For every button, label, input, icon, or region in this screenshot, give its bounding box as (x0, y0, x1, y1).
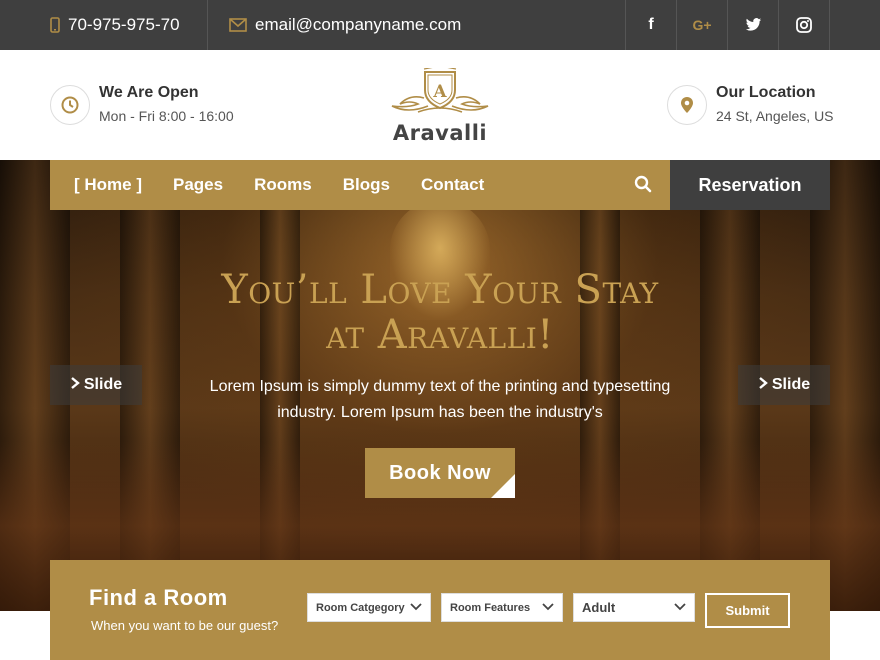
site-header: We Are Open Mon - Fri 8:00 - 16:00 A Ara… (0, 50, 880, 160)
twitter-icon (745, 18, 761, 31)
book-now-label: Book Now (389, 461, 491, 484)
room-category-select[interactable]: Room Catgegory (307, 593, 431, 622)
slide-next-button[interactable]: Slide (738, 365, 830, 405)
instagram-icon (796, 17, 812, 33)
room-features-select[interactable]: Room Features (441, 593, 563, 622)
chevron-right-icon (758, 376, 768, 394)
chevron-right-icon (70, 376, 80, 394)
opening-hours-text: Mon - Fri 8:00 - 16:00 (99, 108, 234, 124)
hero-banner: [ Home ] Pages Rooms Blogs Contact Reser… (0, 160, 880, 611)
google-plus-link[interactable]: G+ (676, 0, 727, 50)
find-room-title: Find a Room (89, 585, 228, 610)
chevron-down-icon (410, 603, 422, 611)
button-corner-decoration (491, 474, 515, 498)
logo-letter: A (432, 82, 447, 102)
phone-contact[interactable]: 70-975-975-70 (50, 0, 208, 50)
opening-title: We Are Open (99, 84, 199, 101)
find-room-subtitle: When you want to be our guest? (91, 618, 279, 633)
clock-icon (50, 84, 90, 125)
hero-title: You’ll Love Your Stay at Aravalli! (140, 268, 740, 358)
location-info: Our Location 24 St, Angeles, US (667, 83, 834, 126)
nav-pages[interactable]: Pages (173, 175, 223, 195)
instagram-link[interactable] (778, 0, 830, 50)
facebook-link[interactable]: f (625, 0, 676, 50)
opening-hours: We Are Open Mon - Fri 8:00 - 16:00 (50, 83, 234, 126)
reservation-button[interactable]: Reservation (670, 160, 830, 210)
site-logo[interactable]: A Aravalli (386, 65, 494, 146)
find-room-panel: Find a Room When you want to be our gues… (50, 560, 830, 660)
hero-title-line2: at Aravalli! (326, 312, 554, 358)
nav-contact[interactable]: Contact (421, 175, 484, 195)
submit-button[interactable]: Submit (705, 593, 790, 628)
crest-icon: A (391, 65, 489, 113)
phone-icon (50, 17, 60, 33)
nav-home[interactable]: [ Home ] (74, 175, 142, 195)
twitter-link[interactable] (727, 0, 778, 50)
logo-text: Aravalli (392, 121, 488, 145)
top-bar: 70-975-975-70 email@companyname.com f G+ (0, 0, 880, 50)
guests-value: Adult (582, 600, 616, 615)
guests-select[interactable]: Adult (573, 593, 695, 622)
nav-rooms[interactable]: Rooms (254, 175, 312, 195)
room-category-value: Room Catgegory (316, 601, 405, 614)
search-icon[interactable] (634, 175, 652, 193)
email-contact[interactable]: email@companyname.com (229, 0, 461, 50)
chevron-down-icon (674, 603, 686, 611)
envelope-icon (229, 18, 247, 32)
email-address: email@companyname.com (255, 15, 462, 34)
hero-title-line1: You’ll Love Your Stay (221, 267, 659, 313)
main-navigation: [ Home ] Pages Rooms Blogs Contact (50, 160, 670, 210)
hero-subtitle: Lorem Ipsum is simply dummy text of the … (209, 378, 671, 421)
slide-next-label: Slide (771, 376, 811, 393)
chevron-down-icon (542, 603, 554, 611)
location-title: Our Location (716, 84, 816, 101)
map-pin-icon (667, 84, 707, 125)
google-plus-icon: G+ (692, 17, 712, 33)
facebook-icon: f (648, 16, 654, 33)
nav-blogs[interactable]: Blogs (343, 175, 390, 195)
slide-prev-button[interactable]: Slide (50, 365, 142, 405)
social-links: f G+ (625, 0, 830, 50)
book-now-button[interactable]: Book Now (365, 448, 515, 498)
phone-number: 70-975-975-70 (68, 15, 180, 34)
slide-prev-label: Slide (83, 376, 123, 393)
room-features-value: Room Features (450, 601, 531, 614)
location-address: 24 St, Angeles, US (716, 108, 834, 124)
